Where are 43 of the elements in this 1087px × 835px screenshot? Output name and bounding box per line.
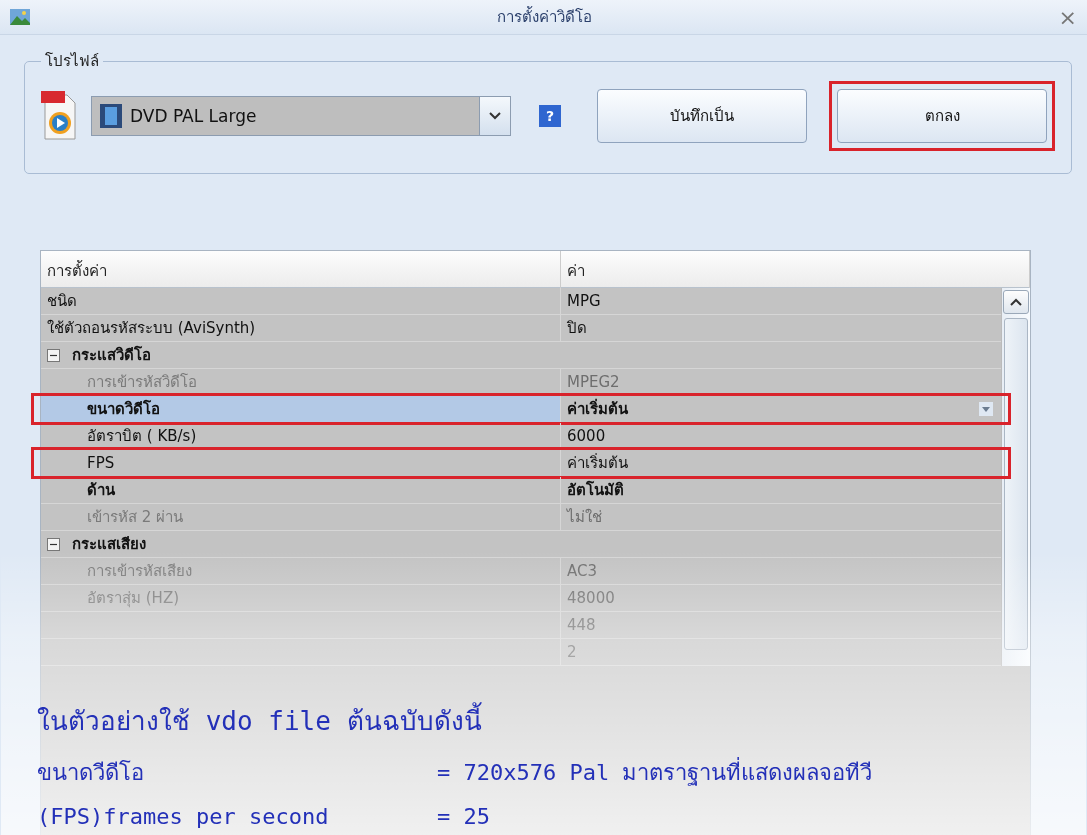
setting-value: อัตโนมัติ <box>566 480 625 501</box>
setting-value: 6000 <box>566 426 607 447</box>
profile-dropdown[interactable]: DVD PAL Large <box>91 96 511 136</box>
setting-value: AC3 <box>566 561 598 582</box>
window-title: การตั้งค่าวิดีโอ <box>495 5 593 28</box>
setting-value: 448 <box>566 615 597 636</box>
setting-value: 48000 <box>566 588 616 609</box>
group-header[interactable]: กระแสเสียง <box>41 531 561 557</box>
setting-name: ใช้ตัวถอนรหัสระบบ (AviSynth) <box>41 315 561 341</box>
group-legend: โปรไฟล์ <box>41 49 103 73</box>
close-button[interactable]: × <box>1058 4 1077 30</box>
dialog-button[interactable]: บันทึกเป็น <box>597 89 807 143</box>
setting-name: FPS <box>41 450 561 476</box>
caption-value: = 25 <box>437 804 491 829</box>
setting-name: ชนิด <box>41 288 561 314</box>
caption-term: ขนาดวีดีโอ <box>37 759 145 787</box>
app-icon <box>10 9 30 25</box>
caret-icon <box>982 406 990 412</box>
chevron-down-icon <box>489 112 501 120</box>
setting-value: ค่าเริ่มต้น <box>566 452 629 474</box>
setting-value: ไม่ใช่ <box>565 507 603 528</box>
setting-value: MPEG2 <box>566 372 621 393</box>
setting-name: ขนาดวิดีโอ <box>41 396 561 422</box>
caption-value: = 720x576 Pal มาตราฐานที่แสดงผลจอทีวี <box>437 755 1086 790</box>
dialog-button[interactable]: ตกลง <box>837 89 1047 143</box>
column-header[interactable]: การตั้งค่า <box>41 251 561 291</box>
setting-name: อัตราสุ่ม (HZ) <box>41 585 561 611</box>
setting-name: เข้ารหัส 2 ผ่าน <box>41 504 561 530</box>
scroll-up-icon <box>1010 298 1022 306</box>
setting-name: ด้าน <box>41 477 561 503</box>
help-button[interactable]: ? <box>539 105 561 127</box>
setting-value: ค่าเริ่มต้น <box>566 397 629 420</box>
setting-name: การเข้ารหัสเสียง <box>41 558 561 584</box>
setting-name: การเข้ารหัสวิดีโอ <box>41 369 561 395</box>
setting-value: ปิด <box>566 318 588 339</box>
setting-value: MPG <box>566 291 602 312</box>
video-file-icon <box>41 91 77 141</box>
caption-term: (FPS)frames per second <box>37 804 330 829</box>
group-header[interactable]: กระแสวิดีโอ <box>41 342 561 368</box>
caption-text: ในตัวอย่างใช้ vdo file ต้นฉบับดังนี้ <box>37 700 1086 741</box>
setting-name: อัตราบิต ( KB/s) <box>41 423 561 449</box>
film-icon <box>100 104 122 128</box>
dropdown-button[interactable] <box>979 402 993 416</box>
